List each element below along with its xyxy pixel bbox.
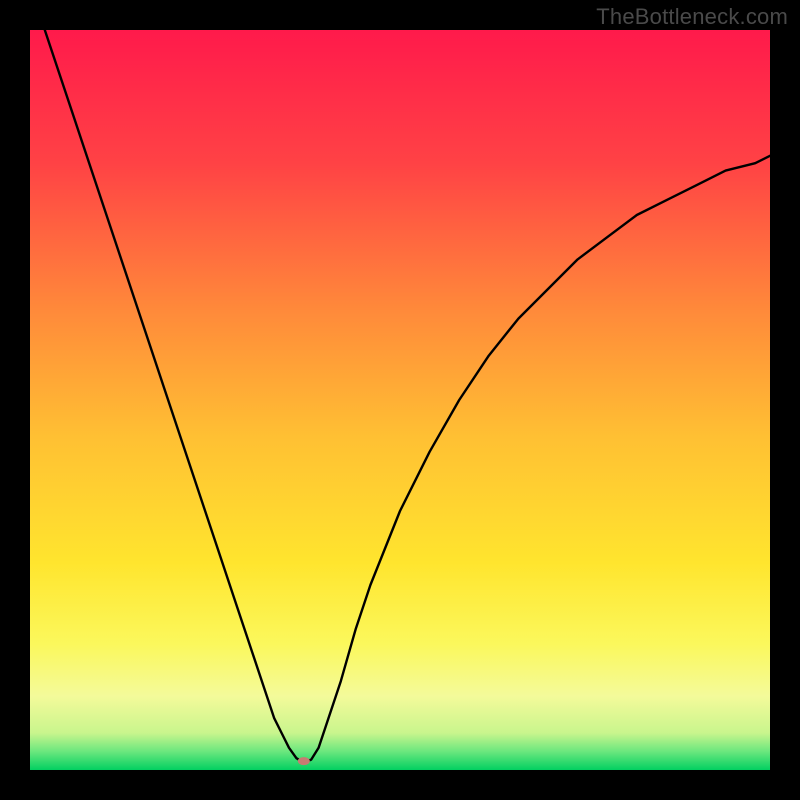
chart-frame: TheBottleneck.com	[0, 0, 800, 800]
plot-area	[30, 30, 770, 770]
optimum-marker	[298, 757, 310, 765]
gradient-background	[30, 30, 770, 770]
watermark-text: TheBottleneck.com	[596, 4, 788, 30]
plot-svg	[30, 30, 770, 770]
